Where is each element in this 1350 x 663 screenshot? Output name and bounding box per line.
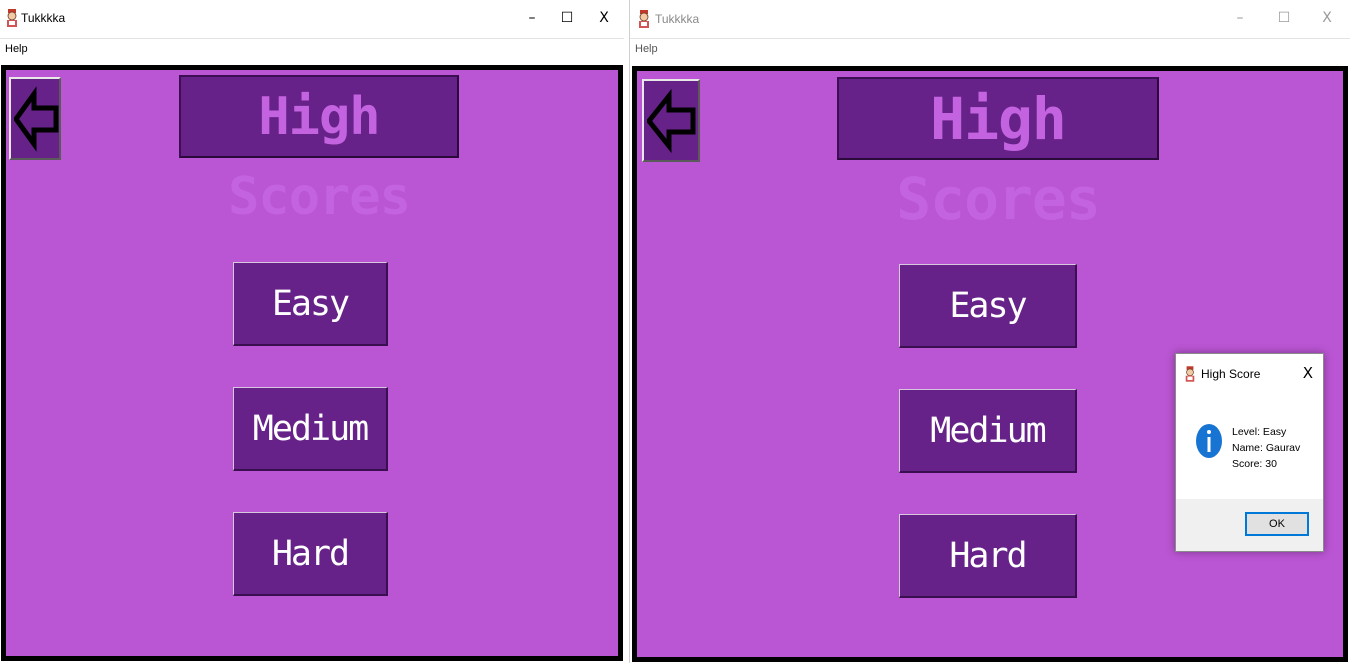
left-arrow-icon — [14, 86, 59, 152]
menu-help[interactable]: Help — [635, 43, 658, 55]
close-button[interactable]: X — [1316, 8, 1338, 28]
menu-bar: Help — [630, 38, 1350, 61]
level-line: Level: Easy — [1232, 426, 1287, 438]
ok-button[interactable]: OK — [1245, 512, 1309, 536]
app-character-icon — [1185, 366, 1195, 382]
medium-button[interactable]: Medium — [233, 387, 388, 471]
menu-help[interactable]: Help — [5, 43, 28, 55]
high-score-dialog: High Score X Level: Easy Name: Gaurav Sc… — [1175, 353, 1324, 552]
hard-button[interactable]: Hard — [899, 514, 1077, 598]
dialog-title: High Score — [1201, 367, 1261, 381]
maximize-button[interactable]: ☐ — [556, 8, 578, 28]
minimize-button[interactable]: – — [1229, 8, 1251, 28]
minimize-button[interactable]: – — [521, 8, 543, 28]
dialog-footer: OK — [1176, 499, 1323, 551]
window-title: Tukkkka — [21, 11, 66, 25]
easy-button[interactable]: Easy — [233, 262, 388, 346]
title-bar[interactable]: Tukkkka – ☐ X — [0, 0, 624, 36]
left-arrow-icon — [647, 88, 696, 154]
maximize-button[interactable]: ☐ — [1273, 8, 1295, 28]
hard-button[interactable]: Hard — [233, 512, 388, 596]
game-window-left: Tukkkka – ☐ X Help High Scores Easy Medi… — [0, 0, 624, 663]
score-line: Score: 30 — [1232, 458, 1277, 470]
easy-button[interactable]: Easy — [899, 264, 1077, 348]
back-button[interactable] — [642, 79, 700, 162]
information-icon — [1196, 424, 1222, 458]
page-title: High Scores — [179, 75, 459, 227]
dialog-message: Level: Easy Name: Gaurav Score: 30 — [1232, 424, 1300, 472]
close-button[interactable]: X — [593, 8, 615, 28]
app-character-icon — [7, 9, 17, 27]
menu-bar: Help — [0, 38, 624, 61]
title-bar[interactable]: Tukkkka – ☐ X — [630, 0, 1350, 36]
app-character-icon — [639, 10, 649, 28]
game-window-right: Tukkkka – ☐ X Help High Scores Easy Medi… — [629, 0, 1350, 663]
name-line: Name: Gaurav — [1232, 442, 1301, 454]
medium-button[interactable]: Medium — [899, 389, 1077, 473]
window-title: Tukkkka — [655, 12, 700, 26]
game-area: High Scores Easy Medium Hard — [1, 65, 623, 661]
back-button[interactable] — [9, 77, 61, 160]
dialog-close-button[interactable]: X — [1303, 364, 1313, 382]
page-title: High Scores — [837, 77, 1159, 233]
